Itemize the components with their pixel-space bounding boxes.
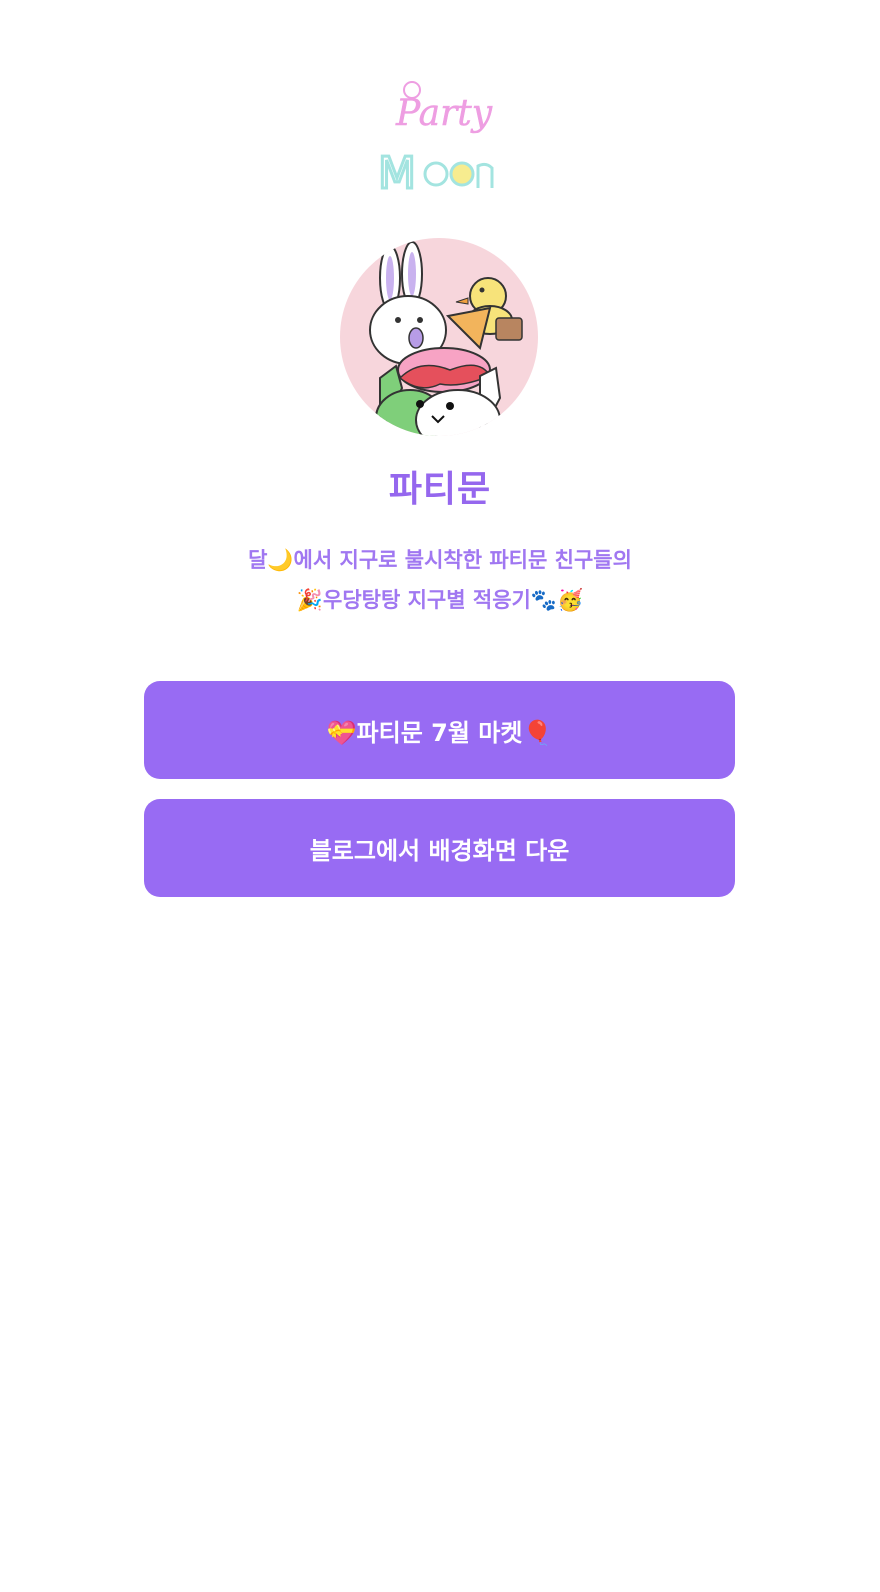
- svg-text:Party: Party: [395, 93, 493, 134]
- profile-name: 파티문: [388, 469, 492, 510]
- profile-bio: 달🌙에서 지구로 불시착한 파티문 친구들의 🎉우당탕탕 지구별 적응기🐾🥳: [0, 540, 880, 620]
- bio-line-1: 달🌙에서 지구로 불시착한 파티문 친구들의: [248, 548, 632, 572]
- bio-line-2: 🎉우당탕탕 지구별 적응기🐾🥳: [296, 588, 584, 612]
- profile-avatar: [340, 238, 538, 436]
- party-moon-logo: Party M: [377, 81, 494, 200]
- link-button-wallpaper-download[interactable]: 블로그에서 배경화면 다운: [144, 799, 735, 897]
- svg-text:M: M: [378, 148, 416, 199]
- link-button-july-market[interactable]: 💝파티문 7월 마켓🎈: [144, 681, 735, 779]
